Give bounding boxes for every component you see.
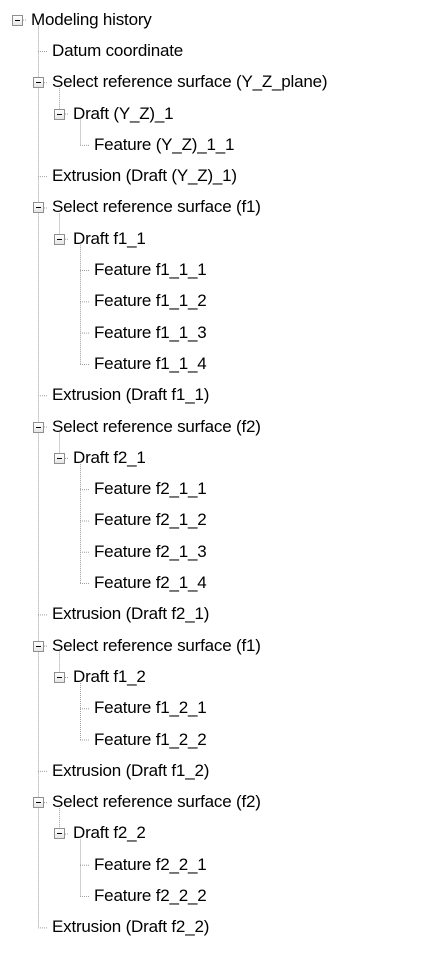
tree-node[interactable]: Extrusion (Draft f2_2): [50, 914, 211, 940]
tree-node-label[interactable]: Feature f1_2_1: [92, 695, 209, 721]
modeling-history-tree[interactable]: Modeling history Datum coordinate Select r…: [0, 0, 445, 960]
tree-node[interactable]: Select reference surface (f1): [50, 633, 263, 659]
tree-node-label[interactable]: Select reference surface (f2): [50, 414, 263, 440]
tree-node-label[interactable]: Draft f1_1: [71, 226, 148, 252]
collapse-minus-icon[interactable]: [54, 108, 65, 120]
collapse-minus-icon[interactable]: [33, 77, 44, 89]
tree-node-label[interactable]: Extrusion (Draft f2_2): [50, 914, 211, 940]
tree-node[interactable]: Feature (Y_Z)_1_1: [92, 132, 236, 158]
tree-node-label[interactable]: Draft f1_2: [71, 664, 148, 690]
tree-node[interactable]: Draft f1_2: [71, 664, 148, 690]
collapse-minus-icon[interactable]: [33, 202, 44, 214]
tree-node-label[interactable]: Select reference surface (Y_Z_plane): [50, 69, 329, 95]
tree-node[interactable]: Draft f1_1: [71, 226, 148, 252]
tree-node[interactable]: Feature f1_1_2: [92, 288, 209, 314]
tree-node-label[interactable]: Extrusion (Draft f1_2): [50, 758, 211, 784]
tree-node-label[interactable]: Feature f2_1_1: [92, 476, 209, 502]
collapse-minus-icon[interactable]: [54, 671, 65, 683]
tree-node[interactable]: Extrusion (Draft f2_1): [50, 601, 211, 627]
collapse-minus-icon[interactable]: [12, 14, 23, 26]
collapse-minus-icon[interactable]: [33, 640, 44, 652]
tree-node[interactable]: Select reference surface (Y_Z_plane): [50, 69, 329, 95]
tree-node[interactable]: Feature f1_1_3: [92, 320, 209, 346]
tree-node[interactable]: Feature f1_2_2: [92, 727, 209, 753]
tree-node-label[interactable]: Feature f1_1_2: [92, 288, 209, 314]
tree-node[interactable]: Extrusion (Draft f1_2): [50, 758, 211, 784]
tree-node[interactable]: Feature f2_2_2: [92, 883, 209, 909]
tree-node[interactable]: Feature f2_1_4: [92, 570, 209, 596]
tree-node-label[interactable]: Feature f2_1_2: [92, 507, 209, 533]
tree-node-label[interactable]: Feature f2_1_3: [92, 539, 209, 565]
tree-node-label[interactable]: Draft f2_1: [71, 445, 148, 471]
tree-node-label[interactable]: Select reference surface (f1): [50, 194, 263, 220]
tree-node[interactable]: Feature f1_2_1: [92, 695, 209, 721]
tree-node[interactable]: Feature f2_1_3: [92, 539, 209, 565]
collapse-minus-icon[interactable]: [33, 797, 44, 809]
tree-node[interactable]: Select reference surface (f2): [50, 414, 263, 440]
tree-node-label[interactable]: Feature f2_2_2: [92, 883, 209, 909]
tree-node-label[interactable]: Draft f2_2: [71, 820, 148, 846]
tree-node-label[interactable]: Extrusion (Draft f2_1): [50, 601, 211, 627]
tree-node[interactable]: Feature f2_1_1: [92, 476, 209, 502]
tree-node-label[interactable]: Extrusion (Draft f1_1): [50, 382, 211, 408]
tree-node-label[interactable]: Modeling history: [29, 7, 154, 33]
tree-node-label[interactable]: Extrusion (Draft (Y_Z)_1): [50, 163, 239, 189]
tree-node-label[interactable]: Select reference surface (f1): [50, 633, 263, 659]
tree-node[interactable]: Select reference surface (f2): [50, 789, 263, 815]
tree-node[interactable]: Draft f2_2: [71, 820, 148, 846]
tree-node[interactable]: Draft (Y_Z)_1: [71, 101, 175, 127]
tree-node[interactable]: Feature f1_1_4: [92, 351, 209, 377]
tree-node-label[interactable]: Draft (Y_Z)_1: [71, 101, 175, 127]
tree-node-label[interactable]: Feature f1_1_1: [92, 257, 209, 283]
tree-node-label[interactable]: Feature (Y_Z)_1_1: [92, 132, 236, 158]
tree-node[interactable]: Feature f2_2_1: [92, 852, 209, 878]
tree-node-label[interactable]: Feature f1_1_4: [92, 351, 209, 377]
tree-node[interactable]: Datum coordinate: [50, 38, 185, 64]
collapse-minus-icon[interactable]: [33, 421, 44, 433]
collapse-minus-icon[interactable]: [54, 452, 65, 464]
tree-node-label[interactable]: Feature f2_2_1: [92, 852, 209, 878]
tree-node[interactable]: Select reference surface (f1): [50, 194, 263, 220]
tree-node-label[interactable]: Feature f1_2_2: [92, 727, 209, 753]
collapse-minus-icon[interactable]: [54, 828, 65, 840]
tree-node-label[interactable]: Select reference surface (f2): [50, 789, 263, 815]
collapse-minus-icon[interactable]: [54, 233, 65, 245]
tree-node[interactable]: Extrusion (Draft (Y_Z)_1): [50, 163, 239, 189]
tree-node-label[interactable]: Datum coordinate: [50, 38, 185, 64]
tree-node[interactable]: Extrusion (Draft f1_1): [50, 382, 211, 408]
tree-node-label[interactable]: Feature f1_1_3: [92, 320, 209, 346]
tree-node[interactable]: Draft f2_1: [71, 445, 148, 471]
tree-node[interactable]: Feature f2_1_2: [92, 507, 209, 533]
tree-node-label[interactable]: Feature f2_1_4: [92, 570, 209, 596]
tree-node[interactable]: Feature f1_1_1: [92, 257, 209, 283]
tree-node[interactable]: Modeling history: [29, 7, 154, 33]
